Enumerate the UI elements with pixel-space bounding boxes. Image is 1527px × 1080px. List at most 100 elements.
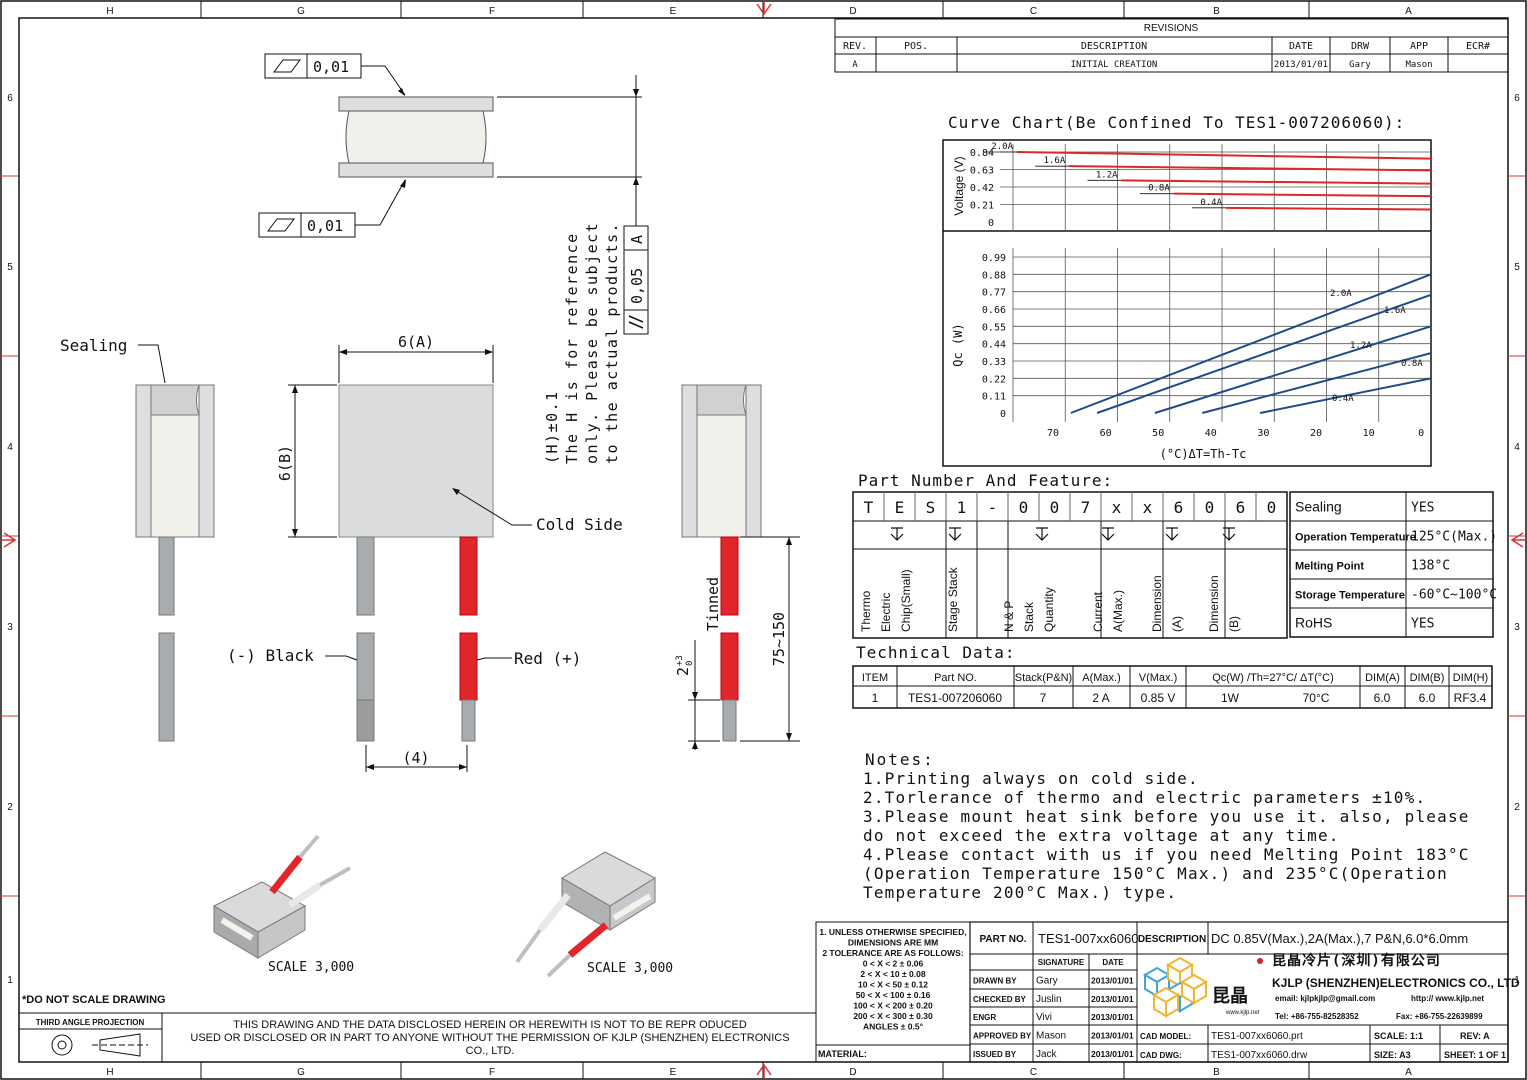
part-number-char: 6 — [1174, 498, 1184, 517]
qc-series-label: 2.0A — [1330, 289, 1352, 299]
voltage-series-label: 1.2A — [1096, 170, 1118, 180]
scale-label-1: SCALE 3,000 — [268, 960, 354, 975]
part-number-char: 0 — [1019, 498, 1029, 517]
voltage-tick-label: 0 — [988, 218, 994, 229]
signature-name: Jack — [1036, 1049, 1058, 1060]
tolerance-line: 2 < X < 10 ± 0.08 — [860, 969, 925, 979]
technical-cell: 6.0 — [1374, 691, 1391, 705]
qc-series-label: 1.2A — [1350, 341, 1372, 351]
disclaimer-line: USED OR DISCLOSED OR IN PART TO ANYONE W… — [190, 1032, 789, 1044]
feature-name: Melting Point — [1295, 561, 1364, 573]
tolerance-line: 50 < X < 100 ± 0.16 — [856, 990, 931, 1000]
tin-lower-tol: 0 — [685, 661, 695, 666]
part-number-description: Stage Stack — [946, 566, 960, 632]
part-number-description: (B) — [1227, 616, 1241, 632]
signature-role: CHECKED BY — [973, 995, 1027, 1004]
revision-header: POS. — [904, 41, 928, 52]
qc-tick-label: 0.55 — [982, 322, 1006, 333]
column-label-bottom: E — [670, 1067, 677, 1078]
qc-tick-label: 0.33 — [982, 357, 1006, 368]
dim-a-label: 6(A) — [398, 333, 434, 351]
company-name-cn: 昆晶冷片(深圳)有限公司 — [1272, 952, 1441, 969]
chart-title: Curve Chart(Be Confined To TES1-00720606… — [948, 113, 1405, 132]
technical-header: Part NO. — [934, 672, 977, 684]
row-label-right: 6 — [1514, 93, 1520, 104]
company-name-en: KJLP (SHENZHEN)ELECTRONICS CO., LTD — [1272, 976, 1520, 990]
column-label-top: H — [106, 6, 113, 17]
technical-cell: 2 A — [1092, 691, 1109, 705]
row-label-left: 6 — [7, 93, 13, 104]
dim-b-label: 6(B) — [276, 445, 294, 481]
qc-x-tick-label: 40 — [1205, 428, 1217, 439]
part-number-description: Dimension — [1150, 575, 1164, 632]
signature-date: 2013/01/01 — [1091, 976, 1134, 986]
cad-dwg-value: TES1-007xx6060.drw — [1211, 1050, 1308, 1061]
row-label-left: 2 — [7, 802, 13, 813]
tolerance-line: 200 < X < 300 ± 0.30 — [853, 1011, 933, 1021]
part-number-description: Electric — [879, 593, 893, 632]
tolerance-line: 1. UNLESS OTHERWISE SPECIFIED, — [819, 927, 966, 937]
qc-tick-label: 0.66 — [982, 305, 1006, 316]
qc-x-tick-label: 30 — [1257, 428, 1269, 439]
technical-cell: 1W — [1221, 691, 1240, 705]
date-header: DATE — [1102, 958, 1124, 967]
voltage-tick-label: 0.63 — [970, 166, 994, 177]
scale-label-2: SCALE 3,000 — [587, 961, 673, 976]
notes-title: Notes: — [865, 750, 935, 769]
cold-side-label: Cold Side — [536, 515, 623, 534]
column-label-top: G — [297, 6, 305, 17]
row-label-left: 4 — [7, 442, 13, 453]
tinned-label: Tinned — [704, 577, 722, 631]
qc-tick-label: 0.11 — [982, 392, 1006, 403]
feature-value: 138°C — [1411, 559, 1450, 574]
scale-value: SCALE: 1:1 — [1374, 1031, 1423, 1041]
part-number-description: A(Max.) — [1111, 590, 1125, 632]
lead-length-label: 75~150 — [770, 612, 788, 666]
company-web: http:// www.kjlp.net — [1411, 994, 1484, 1003]
part-number-description: Current — [1091, 591, 1105, 632]
qc-tick-label: 0.99 — [982, 253, 1006, 264]
signature-date: 2013/01/01 — [1091, 994, 1134, 1004]
row-label-right: 5 — [1514, 262, 1520, 273]
technical-header: DIM(B) — [1410, 672, 1445, 684]
disclaimer-line: THIS DRAWING AND THE DATA DISCLOSED HERE… — [233, 1019, 747, 1031]
tolerance-line: 2 TOLERANCE ARE AS FOLLOWS: — [822, 948, 964, 958]
company-fax: Fax: +86-755-22639899 — [1396, 1012, 1483, 1021]
h-note-line: (H)±0.1 — [543, 390, 561, 464]
technical-header: DIM(A) — [1365, 672, 1400, 684]
column-label-bottom: A — [1405, 1067, 1412, 1078]
signature-header: SIGNATURE — [1038, 958, 1085, 967]
description-label: DESCRIPTION — [1138, 934, 1206, 945]
sheet-value: SHEET: 1 OF 1 — [1444, 1050, 1506, 1060]
row-label-left: 5 — [7, 262, 13, 273]
revision-cell: Gary — [1349, 60, 1371, 70]
part-number-char: 0 — [1205, 498, 1215, 517]
flatness-value-top: 0,01 — [313, 58, 349, 76]
revision-cell: A — [852, 60, 858, 70]
part-number-char: T — [864, 498, 874, 517]
technical-title: Technical Data: — [856, 643, 1016, 662]
cad-model-label: CAD MODEL: — [1140, 1032, 1191, 1041]
part-number-description: N & P — [1002, 601, 1016, 632]
qc-x-axis-label: (°C)ΔT=Th-Tc — [1160, 447, 1247, 461]
note-line: do not exceed the extra voltage at any t… — [863, 826, 1340, 845]
column-label-top: E — [670, 6, 677, 17]
revision-cell: Mason — [1405, 60, 1432, 70]
cad-model-value: TES1-007xx6060.prt — [1211, 1031, 1303, 1042]
technical-header: ITEM — [862, 672, 888, 684]
row-label-right: 3 — [1514, 622, 1520, 633]
voltage-tick-label: 0.42 — [970, 183, 994, 194]
company-email: email: kjlpkjlp@gmail.com — [1275, 994, 1375, 1003]
revision-header: DATE — [1289, 41, 1313, 52]
technical-cell: 0.85 V — [1141, 691, 1176, 705]
column-label-bottom: F — [489, 1067, 495, 1078]
disclaimer-line: CO., LTD. — [466, 1045, 515, 1057]
feature-value: YES — [1411, 501, 1434, 516]
technical-header: Qc(W) /Th=27°C/ ΔT(°C) — [1212, 672, 1334, 684]
column-label-top: B — [1213, 6, 1220, 17]
qc-tick-label: 0.88 — [982, 270, 1006, 281]
note-line: 4.Please contact with us if you need Mel… — [863, 845, 1470, 864]
signature-name: Gary — [1036, 976, 1058, 987]
technical-cell: 7 — [1040, 691, 1047, 705]
note-line: 3.Please mount heat sink before you use … — [863, 807, 1470, 826]
